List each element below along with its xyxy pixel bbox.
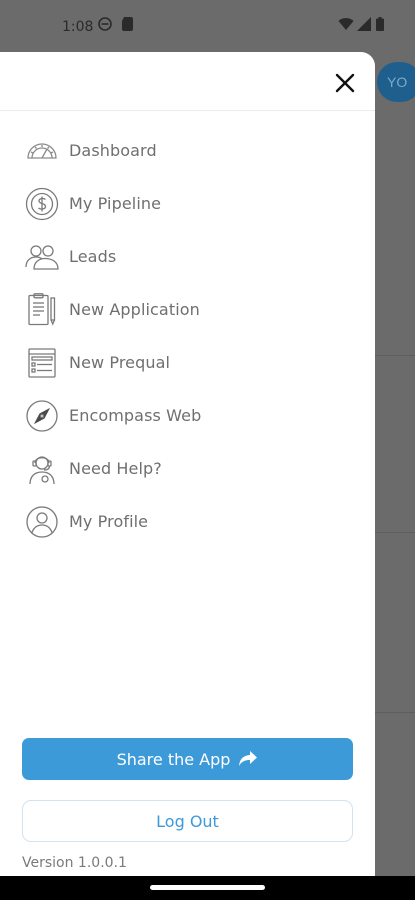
- background-divider: [375, 532, 415, 533]
- menu-item-my-pipeline[interactable]: My Pipeline: [0, 177, 375, 230]
- close-icon: [335, 73, 355, 93]
- sim-card-icon: [122, 17, 133, 35]
- share-arrow-icon: [239, 751, 258, 766]
- dollar-circle-icon: [25, 187, 59, 221]
- clipboard-icon: [25, 292, 59, 327]
- log-out-button[interactable]: Log Out: [22, 800, 353, 842]
- home-gesture-handle[interactable]: [150, 885, 265, 890]
- form-list-icon: [25, 346, 59, 380]
- menu-item-label: Leads: [69, 247, 117, 266]
- signal-icon: [357, 17, 371, 35]
- share-app-button[interactable]: Share the App: [22, 738, 353, 780]
- speedometer-icon: [25, 134, 59, 168]
- wifi-icon: [338, 17, 354, 35]
- background-divider: [375, 712, 415, 713]
- menu-item-need-help[interactable]: Need Help?: [0, 442, 375, 495]
- background-divider: [375, 355, 415, 356]
- status-time: 1:08: [62, 19, 94, 35]
- status-bar: 1:08: [0, 0, 415, 52]
- menu-item-new-application[interactable]: New Application: [0, 283, 375, 336]
- menu-item-label: New Prequal: [69, 353, 171, 372]
- menu-item-encompass-web[interactable]: Encompass Web: [0, 389, 375, 442]
- user-circle-icon: [25, 505, 59, 539]
- share-app-label: Share the App: [116, 749, 231, 769]
- app-version: Version 1.0.0.1: [22, 855, 127, 871]
- close-button[interactable]: [328, 66, 362, 100]
- menu-item-label: My Profile: [69, 512, 149, 531]
- menu-item-label: My Pipeline: [69, 194, 162, 213]
- battery-icon: [376, 17, 384, 35]
- compass-icon: [25, 399, 59, 433]
- support-agent-icon: [25, 452, 59, 486]
- menu-item-new-prequal[interactable]: New Prequal: [0, 336, 375, 389]
- navigation-drawer: Dashboard My Pipeline Leads New Applicat…: [0, 52, 375, 876]
- menu-item-label: Encompass Web: [69, 406, 202, 425]
- menu-item-my-profile[interactable]: My Profile: [0, 495, 375, 548]
- log-out-label: Log Out: [156, 811, 219, 831]
- drawer-header: [0, 52, 375, 111]
- do-not-disturb-icon: [98, 17, 112, 35]
- menu-item-label: New Application: [69, 300, 200, 319]
- menu-item-label: Dashboard: [69, 141, 157, 160]
- system-nav-bar: [0, 876, 415, 900]
- background-avatar: YO: [377, 62, 415, 102]
- users-icon: [25, 240, 59, 274]
- menu-item-label: Need Help?: [69, 459, 162, 478]
- drawer-menu: Dashboard My Pipeline Leads New Applicat…: [0, 124, 375, 548]
- menu-item-dashboard[interactable]: Dashboard: [0, 124, 375, 177]
- menu-item-leads[interactable]: Leads: [0, 230, 375, 283]
